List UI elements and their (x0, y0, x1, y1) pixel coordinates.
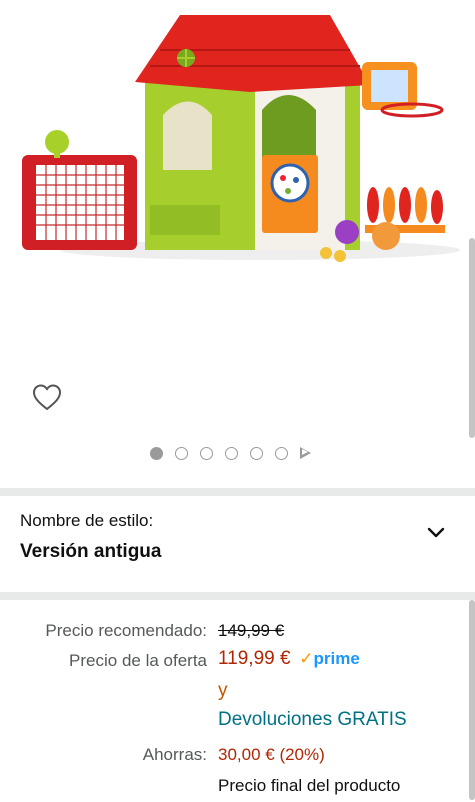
heart-outline-icon (32, 384, 62, 411)
style-label: Nombre de estilo: (20, 511, 154, 530)
carousel-dot[interactable] (225, 446, 238, 460)
divider (0, 488, 475, 496)
savings-value: 30,00 € (20%) (218, 745, 325, 764)
prime-badge: ✓prime (299, 649, 360, 668)
carousel-dot[interactable] (200, 446, 213, 460)
carousel-dot[interactable] (275, 446, 288, 460)
prime-label: prime (313, 649, 360, 668)
image-carousel-indicators (150, 444, 311, 462)
savings-label: Ahorras: (142, 745, 207, 764)
price-block: Precio recomendado: 149,99 € Precio de l… (0, 600, 475, 802)
chevron-down-icon[interactable] (427, 527, 445, 539)
product-image-area (0, 0, 475, 488)
list-price-label: Precio recomendado: (45, 621, 207, 640)
divider (0, 592, 475, 600)
product-image[interactable] (0, 0, 475, 340)
offer-price-row: 119,99 € ✓prime (218, 648, 360, 670)
goal-net-illustration (22, 130, 137, 250)
offer-price-label: Precio de la oferta (69, 651, 207, 670)
carousel-dot[interactable] (150, 446, 163, 460)
scrollbar[interactable] (469, 238, 475, 438)
scrollbar[interactable] (469, 600, 475, 800)
style-selector[interactable]: Nombre de estilo: Versión antigua (0, 496, 475, 592)
list-price: 149,99 € (218, 621, 285, 640)
basketball-hoop-illustration (362, 62, 444, 118)
offer-price: 119,99 € (218, 648, 291, 669)
final-price-note: Precio final del producto (218, 776, 401, 795)
carousel-dot[interactable] (175, 446, 188, 460)
style-value: Versión antigua (20, 541, 162, 562)
video-play-icon[interactable] (300, 447, 311, 459)
carousel-dot[interactable] (250, 446, 263, 460)
conjunction: y (218, 680, 228, 701)
wishlist-button[interactable] (30, 380, 64, 414)
playhouse-illustration (135, 15, 370, 250)
free-returns-link[interactable]: Devoluciones GRATIS (218, 709, 407, 731)
prime-check-icon: ✓ (299, 649, 314, 668)
